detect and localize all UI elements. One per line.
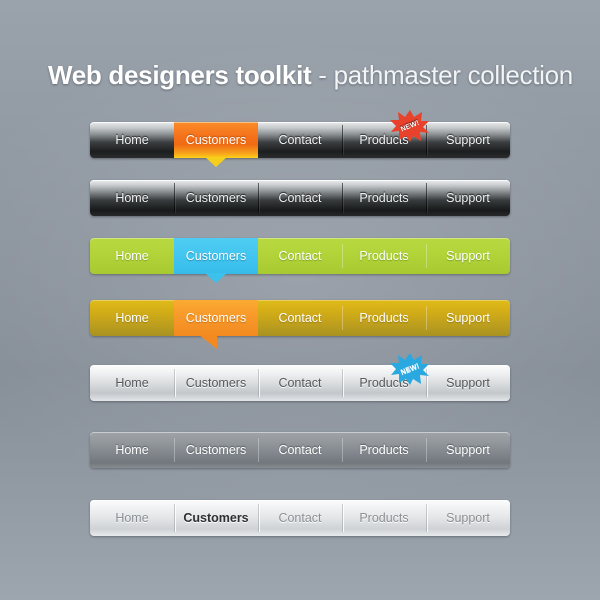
nav-item-customers[interactable]: Customers bbox=[174, 300, 258, 349]
navbar-dark-chrome-orange: Home Customers Contact Products NEW! Sup… bbox=[90, 110, 510, 167]
nav-label: Products bbox=[359, 249, 409, 263]
nav-item-products[interactable]: Products NEW! bbox=[342, 353, 429, 401]
navbar-gray-mid: Home Customers Contact Products Support bbox=[90, 432, 510, 477]
nav-label: Contact bbox=[278, 191, 322, 205]
nav-label: Customers bbox=[183, 511, 249, 525]
nav-label: Contact bbox=[278, 133, 322, 147]
nav-label: Products bbox=[359, 311, 409, 325]
nav-label: Support bbox=[446, 511, 490, 525]
nav-label: Support bbox=[446, 311, 490, 325]
nav-label: Support bbox=[446, 443, 490, 457]
nav-label: Home bbox=[115, 191, 149, 205]
nav-item-customers[interactable]: Customers bbox=[174, 122, 258, 167]
navbar-gold-orange-active: Home Customers Contact Products Support bbox=[90, 300, 510, 349]
navbar-dark-chrome-plain: Home Customers Contact Products Support bbox=[90, 180, 510, 225]
nav-label: Contact bbox=[278, 249, 322, 263]
nav-item-support[interactable]: Support bbox=[426, 180, 510, 216]
nav-item-customers[interactable]: Customers bbox=[174, 432, 258, 468]
nav-item-home[interactable]: Home bbox=[90, 238, 174, 274]
nav-label: Contact bbox=[278, 376, 322, 390]
nav-label: Home bbox=[115, 376, 149, 390]
nav-item-home[interactable]: Home bbox=[90, 365, 174, 401]
nav-label: Products bbox=[359, 511, 409, 525]
nav-label: Customers bbox=[185, 249, 247, 263]
nav-label: Customers bbox=[185, 376, 247, 390]
nav-label: Customers bbox=[185, 443, 247, 457]
nav-item-contact[interactable]: Contact bbox=[258, 300, 342, 336]
nav-item-home[interactable]: Home bbox=[90, 300, 174, 336]
nav-item-products[interactable]: Products NEW! bbox=[342, 110, 429, 158]
nav-item-customers[interactable]: Customers bbox=[174, 238, 258, 283]
nav-label: Customers bbox=[185, 311, 247, 325]
nav-item-customers[interactable]: Customers bbox=[174, 180, 258, 216]
navbar-green-blue-active: Home Customers Contact Products Support bbox=[90, 238, 510, 283]
active-pointer-icon bbox=[205, 157, 227, 167]
nav-item-products[interactable]: Products bbox=[342, 238, 426, 274]
nav-item-contact[interactable]: Contact bbox=[258, 432, 342, 468]
nav-item-contact[interactable]: Contact bbox=[258, 238, 342, 274]
nav-item-support[interactable]: Support bbox=[426, 500, 510, 536]
navbar-light-silver-bold-active: Home Customers Contact Products Support bbox=[90, 500, 510, 545]
nav-item-customers[interactable]: Customers bbox=[174, 365, 258, 401]
nav-label: Contact bbox=[278, 311, 322, 325]
nav-label: Customers bbox=[185, 191, 247, 205]
active-pointer-icon bbox=[205, 273, 227, 283]
nav-item-contact[interactable]: Contact bbox=[258, 180, 342, 216]
nav-item-home[interactable]: Home bbox=[90, 500, 174, 536]
nav-item-home[interactable]: Home bbox=[90, 122, 174, 158]
nav-label: Support bbox=[446, 249, 490, 263]
nav-item-home[interactable]: Home bbox=[90, 180, 174, 216]
nav-item-support[interactable]: Support bbox=[426, 122, 510, 158]
nav-label: Support bbox=[446, 191, 490, 205]
nav-label: Products bbox=[359, 443, 409, 457]
nav-label: Products bbox=[359, 376, 409, 390]
nav-label: Support bbox=[446, 133, 490, 147]
page-title-light: - pathmaster collection bbox=[311, 60, 573, 90]
nav-item-support[interactable]: Support bbox=[426, 238, 510, 274]
nav-item-home[interactable]: Home bbox=[90, 432, 174, 468]
nav-label: Products bbox=[359, 191, 409, 205]
page-title-strong: Web designers toolkit bbox=[48, 60, 312, 90]
nav-item-products[interactable]: Products bbox=[342, 300, 426, 336]
poster-canvas: Web designers toolkit - pathmaster colle… bbox=[0, 0, 600, 600]
nav-item-support[interactable]: Support bbox=[426, 365, 510, 401]
nav-item-products[interactable]: Products bbox=[342, 500, 426, 536]
nav-item-contact[interactable]: Contact bbox=[258, 365, 342, 401]
nav-label: Home bbox=[115, 511, 149, 525]
page-title: Web designers toolkit - pathmaster colle… bbox=[48, 60, 573, 91]
nav-label: Customers bbox=[185, 133, 247, 147]
nav-label: Home bbox=[115, 249, 149, 263]
nav-item-contact[interactable]: Contact bbox=[258, 122, 342, 158]
nav-label: Products bbox=[359, 133, 409, 147]
nav-label: Contact bbox=[278, 443, 322, 457]
nav-item-products[interactable]: Products bbox=[342, 180, 426, 216]
nav-label: Home bbox=[115, 443, 149, 457]
nav-label: Home bbox=[115, 311, 149, 325]
navbar-light-silver-blue-badge: Home Customers Contact Products NEW! Sup… bbox=[90, 353, 510, 410]
nav-label: Contact bbox=[278, 511, 322, 525]
nav-item-customers[interactable]: Customers bbox=[174, 500, 258, 536]
nav-item-products[interactable]: Products bbox=[342, 432, 426, 468]
nav-item-support[interactable]: Support bbox=[426, 300, 510, 336]
nav-label: Home bbox=[115, 133, 149, 147]
nav-item-contact[interactable]: Contact bbox=[258, 500, 342, 536]
active-pointer-icon bbox=[199, 335, 218, 349]
nav-label: Support bbox=[446, 376, 490, 390]
nav-item-support[interactable]: Support bbox=[426, 432, 510, 468]
